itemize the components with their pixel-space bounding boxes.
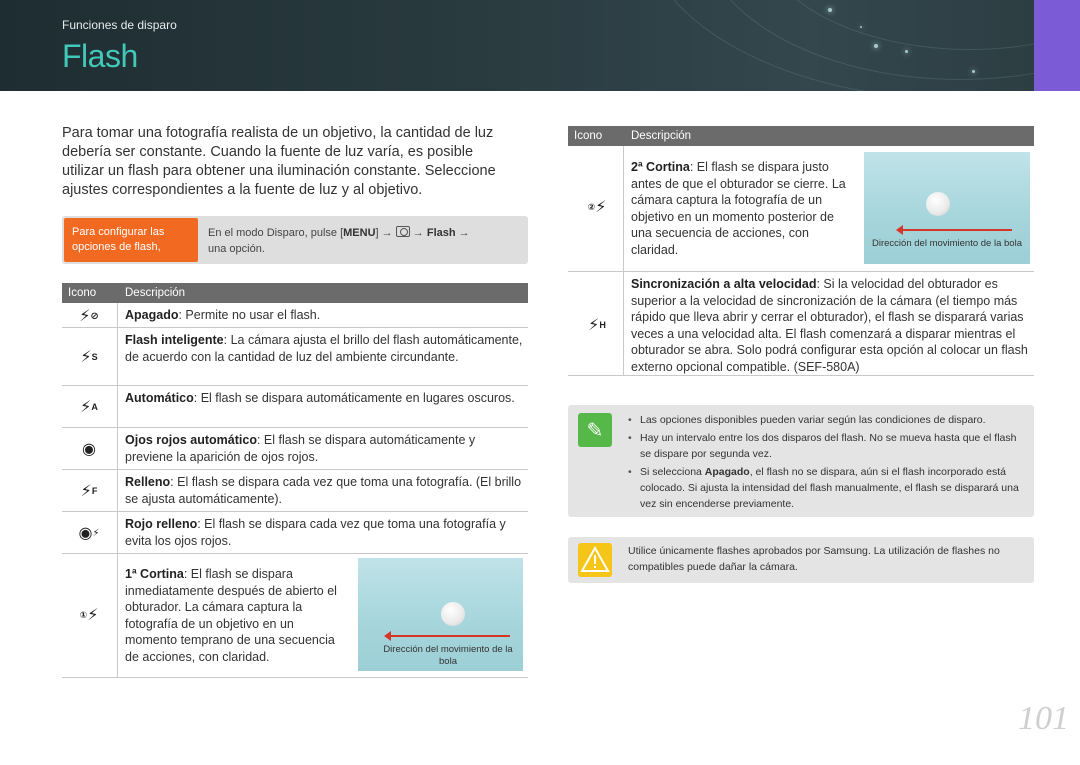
howto-instructions: En el modo Disparo, pulse [MENU] → → Fla… bbox=[208, 225, 522, 257]
flash-menu-item: Flash bbox=[426, 227, 456, 239]
table-row: ⚡ A Automático: El flash se dispara autom… bbox=[62, 386, 528, 428]
red-eye-fill-icon: ◉ ⚡ bbox=[78, 525, 100, 542]
ball-image bbox=[441, 602, 465, 626]
col-desc-label: Descripción bbox=[125, 287, 186, 299]
second-curtain-icon: ② ⚡ bbox=[587, 199, 607, 216]
decorative-sparkle bbox=[874, 44, 878, 48]
decorative-arc bbox=[640, 0, 1080, 91]
note-item: Si selecciona Apagado, el flash no se di… bbox=[628, 464, 1026, 512]
warning-text: Utilice únicamente flashes aprobados por… bbox=[628, 545, 1000, 573]
row-term: Apagado bbox=[125, 308, 179, 322]
movement-arrow bbox=[896, 225, 1012, 235]
col-icon-label: Icono bbox=[68, 287, 97, 299]
header-banner bbox=[0, 0, 1080, 91]
table-row: ② ⚡ 2ª Cortina: El flash se dispara justo… bbox=[568, 146, 1034, 272]
row-term: Flash inteligente bbox=[125, 333, 224, 347]
row-term: Sincronización a alta velocidad bbox=[631, 277, 817, 291]
ball-image bbox=[926, 192, 950, 216]
row-text: : El flash se dispara cada vez que toma … bbox=[125, 475, 522, 506]
warning-icon bbox=[578, 543, 612, 577]
smart-flash-icon: ⚡ S bbox=[80, 349, 98, 366]
note-list: Las opciones disponibles pueden variar s… bbox=[628, 412, 1026, 514]
intro-paragraph: Para tomar una fotografía realista de un… bbox=[62, 125, 496, 198]
decorative-sparkle bbox=[972, 70, 975, 73]
first-curtain-icon: ① ⚡ bbox=[79, 607, 99, 624]
row-term: Relleno bbox=[125, 475, 171, 489]
howto-text: En el modo Disparo, pulse [ bbox=[208, 227, 344, 239]
table-row: ◉ ⚡ Rojo relleno: El flash se dispara cad… bbox=[62, 512, 528, 554]
row-text: : El flash se dispara inmediatamente des… bbox=[125, 567, 337, 664]
pencil-icon: ✎ bbox=[578, 413, 612, 447]
row-term: Automático bbox=[125, 391, 194, 405]
howto-arrow: ] → bbox=[375, 227, 393, 239]
second-curtain-photo: Dirección del movimiento de la bola bbox=[864, 152, 1030, 264]
decorative-sparkle bbox=[860, 26, 862, 28]
high-speed-sync-icon: ⚡ H bbox=[588, 317, 606, 334]
row-term: Rojo relleno bbox=[125, 517, 198, 531]
warning-box: Utilice únicamente flashes aprobados por… bbox=[568, 537, 1034, 583]
table-row: ① ⚡ 1ª Cortina: El flash se dispara inmed… bbox=[62, 554, 528, 678]
row-term: Ojos rojos automático bbox=[125, 433, 257, 447]
table-row: ⚡ S Flash inteligente: La cámara ajusta e… bbox=[62, 328, 528, 386]
note-box: ✎ Las opciones disponibles pueden variar… bbox=[568, 405, 1034, 517]
red-eye-icon: ◉ bbox=[82, 441, 96, 458]
chapter-tab[interactable] bbox=[1034, 0, 1080, 91]
fill-flash-icon: ⚡ F bbox=[80, 483, 98, 500]
decorative-sparkle bbox=[828, 8, 832, 12]
row-text: : Si la velocidad del obturador es super… bbox=[631, 277, 1028, 374]
auto-flash-icon: ⚡ A bbox=[80, 399, 98, 416]
row-term: 1ª Cortina bbox=[125, 567, 184, 581]
col-icon-label: Icono bbox=[574, 130, 603, 142]
table-row: ◉ Ojos rojos automático: El flash se dis… bbox=[62, 428, 528, 470]
flash-off-icon: ⚡ ⊘ bbox=[79, 308, 99, 325]
menu-key: MENU bbox=[343, 227, 376, 239]
row-text: : El flash se dispara automáticamente en… bbox=[193, 391, 515, 405]
left-table-header: Icono Descripción bbox=[62, 283, 528, 303]
photo-caption: Dirección del movimiento de la bola bbox=[872, 238, 1022, 249]
howto-arrow: → bbox=[412, 227, 424, 239]
right-table-header: Icono Descripción bbox=[568, 126, 1034, 146]
note-item: Hay un intervalo entre los dos disparos … bbox=[628, 430, 1026, 462]
howto-badge: Para configurar las opciones de flash, bbox=[64, 218, 198, 262]
howto-text: una opción. bbox=[208, 243, 265, 255]
col-desc-label: Descripción bbox=[631, 130, 692, 142]
row-text: : Permite no usar el flash. bbox=[178, 308, 321, 322]
page-number: 101 bbox=[1018, 700, 1069, 737]
decorative-sparkle bbox=[905, 50, 908, 53]
section-label: Funciones de disparo bbox=[62, 18, 177, 32]
table-row: ⚡ H Sincronización a alta velocidad: Si l… bbox=[568, 272, 1034, 376]
camera-icon bbox=[395, 226, 410, 237]
note-item: Las opciones disponibles pueden variar s… bbox=[628, 412, 1026, 428]
page-title: Flash bbox=[62, 38, 138, 74]
movement-arrow bbox=[384, 631, 510, 641]
photo-caption: Dirección del movimiento de la bola bbox=[383, 644, 513, 667]
table-row: ⚡ ⊘ Apagado: Permite no usar el flash. bbox=[62, 303, 528, 328]
row-text: : El flash se dispara justo antes de que… bbox=[631, 160, 846, 257]
howto-box: Para configurar las opciones de flash, E… bbox=[62, 216, 528, 264]
row-term: 2ª Cortina bbox=[631, 160, 690, 174]
howto-arrow: → bbox=[458, 227, 470, 239]
table-row: ⚡ F Relleno: El flash se dispara cada vez… bbox=[62, 470, 528, 512]
first-curtain-photo: Dirección del movimiento de la bola bbox=[358, 558, 523, 671]
